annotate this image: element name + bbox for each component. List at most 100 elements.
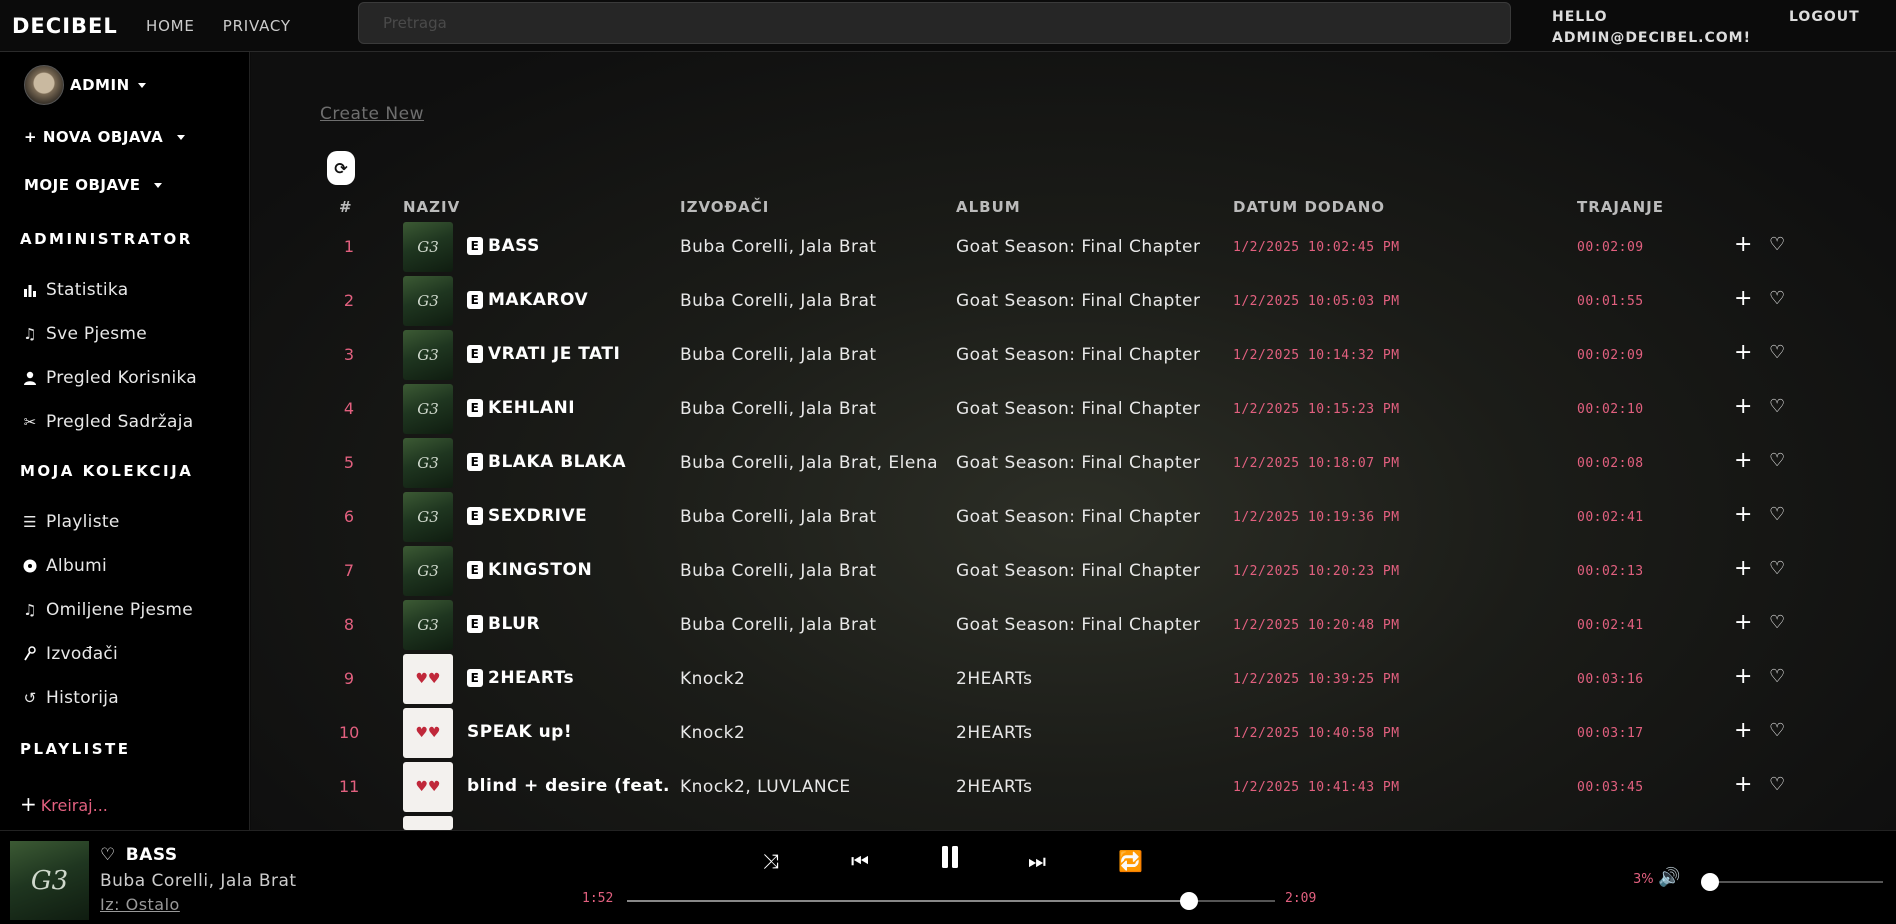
next-icon[interactable]: ⏭ <box>1028 849 1046 873</box>
song-title-cell[interactable]: E BLUR <box>467 614 540 634</box>
heart-icon[interactable]: ♡ <box>1769 342 1785 363</box>
explicit-badge: E <box>467 669 483 687</box>
heart-icon[interactable]: ♡ <box>1769 612 1785 633</box>
add-to-playlist-icon[interactable]: + <box>1734 286 1752 311</box>
heart-icon[interactable]: ♡ <box>1769 234 1785 255</box>
song-date-added: 1/2/2025 10:40:58 PM <box>1233 726 1400 741</box>
add-to-playlist-icon[interactable]: + <box>1734 232 1752 257</box>
sidebar-item-playliste[interactable]: ☰ Playliste <box>20 512 120 532</box>
heart-icon[interactable]: ♡ <box>1769 720 1785 741</box>
table-row[interactable]: 1 G3 E BASS Buba Corelli, Jala Brat Goat Seas… <box>251 220 1896 274</box>
sidebar-item-pregled-sadrzaja[interactable]: ✂ Pregled Sadržaja <box>20 412 194 432</box>
sidebar-item-omiljene-pjesme[interactable]: ♫ Omiljene Pjesme <box>20 600 193 620</box>
progress-slider[interactable] <box>627 892 1275 910</box>
nav-privacy-link[interactable]: PRIVACY <box>223 17 291 35</box>
table-row[interactable]: 11 ♥♥ blind + desire (feat. L... Knock2, LU… <box>251 760 1896 814</box>
add-to-playlist-icon[interactable]: + <box>1734 448 1752 473</box>
user-name: ADMIN <box>70 76 130 94</box>
repeat-icon[interactable]: 🔁 <box>1118 849 1143 873</box>
now-playing-source-link[interactable]: Iz: Ostalo <box>100 895 180 914</box>
user-dropdown[interactable]: ADMIN <box>24 65 146 105</box>
add-to-playlist-icon[interactable]: + <box>1734 394 1752 419</box>
song-title-cell[interactable]: E BASS <box>467 236 540 256</box>
song-artwork: G3 <box>403 330 453 380</box>
song-title-cell[interactable]: blind + desire (feat. L... <box>467 776 673 796</box>
refresh-button[interactable]: ⟳ <box>327 151 355 185</box>
add-to-playlist-icon[interactable]: + <box>1734 502 1752 527</box>
explicit-badge: E <box>467 453 483 471</box>
sidebar-item-izvodjaci[interactable]: Izvođači <box>20 644 118 664</box>
create-new-link[interactable]: Create New <box>320 104 424 124</box>
add-to-playlist-icon[interactable]: + <box>1734 772 1752 797</box>
disc-icon <box>20 559 40 573</box>
song-date-added: 1/2/2025 10:20:48 PM <box>1233 618 1400 633</box>
my-posts-dropdown[interactable]: MOJE OBJAVE <box>24 176 163 194</box>
table-row[interactable]: 8 G3 E BLUR Buba Corelli, Jala Brat Goat Seas… <box>251 598 1896 652</box>
add-to-playlist-icon[interactable]: + <box>1734 340 1752 365</box>
heart-icon[interactable]: ♡ <box>1769 450 1785 471</box>
explicit-badge: E <box>467 345 483 363</box>
table-row[interactable]: 10 ♥♥ SPEAK up! Knock2 2HEARTs 1/2/2025 10:40… <box>251 706 1896 760</box>
create-playlist-link[interactable]: + Kreiraj... <box>20 792 108 816</box>
search-input[interactable] <box>358 2 1511 44</box>
song-title-cell[interactable]: E KINGSTON <box>467 560 592 580</box>
table-row[interactable]: 4 G3 E KEHLANI Buba Corelli, Jala Brat Goat S… <box>251 382 1896 436</box>
shuffle-icon[interactable]: ⤨ <box>763 849 779 873</box>
song-duration: 00:03:45 <box>1577 780 1644 795</box>
volume-icon[interactable]: 🔊 <box>1658 867 1680 888</box>
table-row[interactable]: 6 G3 E SEXDRIVE Buba Corelli, Jala Brat Goat … <box>251 490 1896 544</box>
table-row[interactable]: 9 ♥♥ E 2HEARTs Knock2 2HEARTs 1/2/2025 10:39:2… <box>251 652 1896 706</box>
heart-icon[interactable]: ♡ <box>1769 396 1785 417</box>
history-icon: ↺ <box>23 689 37 707</box>
pause-icon[interactable] <box>940 845 960 875</box>
sidebar-item-statistika[interactable]: Statistika <box>20 280 128 300</box>
heart-icon[interactable]: ♡ <box>1769 504 1785 525</box>
sidebar-item-sve-pjesme[interactable]: ♫ Sve Pjesme <box>20 324 147 344</box>
playlists-heading: PLAYLISTE <box>20 740 131 758</box>
volume-knob[interactable] <box>1701 873 1720 891</box>
song-title-cell[interactable]: E SEXDRIVE <box>467 506 587 526</box>
sidebar-item-albumi[interactable]: Albumi <box>20 556 107 576</box>
caret-down-icon <box>154 183 163 188</box>
sidebar-item-pregled-korisnika[interactable]: Pregled Korisnika <box>20 368 197 388</box>
explicit-badge: E <box>467 507 483 525</box>
song-title-cell[interactable]: E 2HEARTs <box>467 668 574 688</box>
song-title-cell[interactable]: E KEHLANI <box>467 398 575 418</box>
admin-heading: ADMINISTRATOR <box>20 230 193 248</box>
heart-icon[interactable]: ♡ <box>100 845 116 865</box>
add-to-playlist-icon[interactable]: + <box>1734 610 1752 635</box>
new-post-dropdown[interactable]: + NOVA OBJAVA <box>24 128 185 146</box>
top-navbar: DECIBEL HOME PRIVACY HELLO ADMIN@DECIBEL… <box>0 0 1896 52</box>
heart-icon[interactable]: ♡ <box>1769 666 1785 687</box>
sidebar-item-historija[interactable]: ↺ Historija <box>20 688 119 708</box>
song-album: Goat Season: Final Chapter <box>956 345 1201 365</box>
table-row[interactable]: 2 G3 E MAKAROV Buba Corelli, Jala Brat Goat S… <box>251 274 1896 328</box>
song-title-cell[interactable]: E BLAKA BLAKA <box>467 452 626 472</box>
add-to-playlist-icon[interactable]: + <box>1734 664 1752 689</box>
brand-logo[interactable]: DECIBEL <box>12 14 132 38</box>
logout-button[interactable]: LOGOUT <box>1789 9 1860 25</box>
add-to-playlist-icon[interactable]: + <box>1734 718 1752 743</box>
volume-slider[interactable] <box>1701 873 1883 891</box>
now-playing-artwork: G3 <box>10 841 89 920</box>
progress-knob[interactable] <box>1180 892 1199 910</box>
sidebar-item-label: Sve Pjesme <box>46 324 148 344</box>
heart-icon[interactable]: ♡ <box>1769 774 1785 795</box>
add-to-playlist-icon[interactable]: + <box>1734 556 1752 581</box>
song-title: KINGSTON <box>488 560 593 580</box>
list-icon: ☰ <box>23 513 37 531</box>
song-title-cell[interactable]: SPEAK up! <box>467 722 572 742</box>
song-title-cell[interactable]: E MAKAROV <box>467 290 588 310</box>
nav-home-link[interactable]: HOME <box>146 17 195 35</box>
sidebar-item-label: Izvođači <box>46 644 119 664</box>
col-album: ALBUM <box>956 198 1021 216</box>
song-artwork-partial <box>403 816 453 830</box>
table-row[interactable]: 5 G3 E BLAKA BLAKA Buba Corelli, Jala Brat, … <box>251 436 1896 490</box>
song-artists: Buba Corelli, Jala Brat <box>680 237 877 257</box>
song-title-cell[interactable]: E VRATI JE TATI <box>467 344 620 364</box>
table-row[interactable]: 7 G3 E KINGSTON Buba Corelli, Jala Brat Goat … <box>251 544 1896 598</box>
heart-icon[interactable]: ♡ <box>1769 558 1785 579</box>
table-row[interactable]: 3 G3 E VRATI JE TATI Buba Corelli, Jala Brat… <box>251 328 1896 382</box>
heart-icon[interactable]: ♡ <box>1769 288 1785 309</box>
previous-icon[interactable]: ⏮ <box>851 849 869 873</box>
